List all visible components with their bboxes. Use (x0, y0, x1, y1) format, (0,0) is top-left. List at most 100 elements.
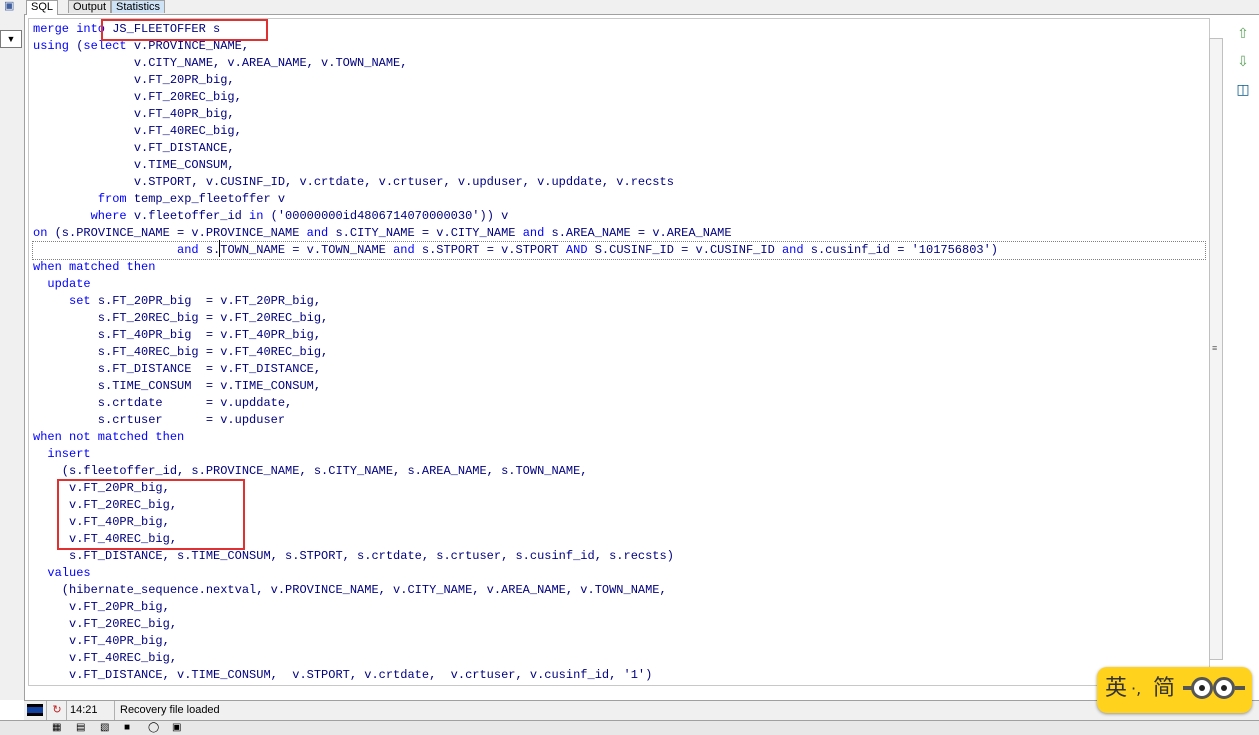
code-line[interactable]: v.FT_40REC_big, (33, 123, 1205, 140)
arrow-down-icon[interactable]: ⇩ (1234, 52, 1252, 70)
left-panel-strip: ▣ ▼ (0, 0, 25, 700)
sql-keyword: and (177, 243, 206, 257)
sql-text: (s.PROVINCE_NAME = v.PROVINCE_NAME (54, 226, 307, 240)
code-line[interactable]: v.FT_40PR_big, (33, 106, 1205, 123)
sql-text: v.FT_DISTANCE, v.TIME_CONSUM, v.STPORT, … (33, 668, 653, 682)
code-line[interactable]: v.FT_20PR_big, (33, 599, 1205, 616)
dropdown-arrow-icon[interactable]: ▼ (0, 30, 22, 48)
code-line[interactable]: v.CITY_NAME, v.AREA_NAME, v.TOWN_NAME, (33, 55, 1205, 72)
refresh-icon[interactable]: ↻ (48, 701, 67, 720)
code-line[interactable]: v.FT_20PR_big, (33, 72, 1205, 89)
tab-sql[interactable]: SQL (26, 0, 59, 15)
code-line[interactable]: s.FT_DISTANCE = v.FT_DISTANCE, (33, 361, 1205, 378)
code-line[interactable]: when matched then (33, 259, 1205, 276)
code-line[interactable]: values (33, 565, 1205, 582)
code-line[interactable]: set s.FT_20PR_big = v.FT_20PR_big, (33, 293, 1205, 310)
toolbar-icon[interactable]: ▤ (76, 721, 85, 735)
sql-text: v.FT_40REC_big, (33, 651, 178, 665)
toolbar-icon[interactable]: ▦ (52, 721, 61, 735)
database-icon[interactable]: ◫ (1234, 80, 1252, 98)
sql-text: s.TIME_CONSUM = v.TIME_CONSUM, (33, 379, 322, 393)
code-line[interactable]: v.TIME_CONSUM, (33, 157, 1205, 174)
code-line[interactable]: and s.TOWN_NAME = v.TOWN_NAME and s.STPO… (32, 241, 1206, 260)
code-line[interactable]: v.STPORT, v.CUSINF_ID, v.crtdate, v.crtu… (33, 174, 1205, 191)
sql-text: (s.fleetoffer_id, s.PROVINCE_NAME, s.CIT… (33, 464, 588, 478)
sql-text: v.FT_40PR_big, (33, 634, 170, 648)
code-line[interactable]: from temp_exp_fleetoffer v (33, 191, 1205, 208)
toolbar-icon[interactable]: ▧ (100, 721, 109, 735)
sql-text: s.FT_20REC_big = v.FT_20REC_big, (33, 311, 329, 325)
code-line[interactable]: s.crtuser = v.upduser (33, 412, 1205, 429)
code-line[interactable]: v.FT_DISTANCE, v.TIME_CONSUM, v.STPORT, … (33, 667, 1205, 684)
ime-punctuation-toggle[interactable]: ·, (1131, 675, 1141, 703)
goggle-strap (1235, 686, 1245, 690)
code-line[interactable]: insert (33, 446, 1205, 463)
sql-text: temp_exp_fleetoffer v (133, 192, 286, 206)
sql-text: s.crtuser = v.upduser (33, 413, 286, 427)
status-bar: ↻ 14:21 Recovery file loaded (24, 700, 1259, 720)
status-time: 14:21 (70, 701, 115, 720)
sql-keyword: using (33, 39, 77, 53)
code-line[interactable]: (s.fleetoffer_id, s.PROVINCE_NAME, s.CIT… (33, 463, 1205, 480)
ime-toolbar[interactable]: 英 ·, 简 (1097, 667, 1252, 713)
code-line[interactable]: on (s.PROVINCE_NAME = v.PROVINCE_NAME an… (33, 225, 1205, 242)
code-line[interactable]: s.FT_40REC_big = v.FT_40REC_big, (33, 344, 1205, 361)
code-line[interactable]: where v.fleetoffer_id in ('00000000id480… (33, 208, 1205, 225)
highlight-box-table-name (101, 19, 268, 41)
sql-text: s.cusinf_id = '101756803') (810, 243, 999, 257)
sql-text: s.FT_20PR_big = v.FT_20PR_big, (97, 294, 322, 308)
sql-keyword: AND (565, 243, 595, 257)
sql-text: s.AREA_NAME = v.AREA_NAME (551, 226, 732, 240)
sql-text: (hibernate_sequence.nextval, v.PROVINCE_… (33, 583, 667, 597)
code-line[interactable]: v.FT_40REC_big, (33, 650, 1205, 667)
sql-text: ('00000000id4806714070000030')) v (270, 209, 509, 223)
sql-text: v.TIME_CONSUM, (33, 158, 235, 172)
sql-text: v.CITY_NAME, v.AREA_NAME, v.TOWN_NAME, (33, 56, 408, 70)
code-line[interactable]: when not matched then (33, 429, 1205, 446)
toolbar-icon[interactable]: ▣ (172, 721, 181, 735)
sql-text: v.fleetoffer_id (133, 209, 250, 223)
code-line[interactable]: v.FT_40PR_big, (33, 633, 1205, 650)
sql-text: s.STPORT = v.STPORT (421, 243, 566, 257)
tab-statistics[interactable]: Statistics (111, 0, 166, 13)
code-line[interactable]: s.crtdate = v.upddate, (33, 395, 1205, 412)
code-line[interactable]: s.FT_DISTANCE, s.TIME_CONSUM, s.STPORT, … (33, 548, 1205, 565)
sql-keyword: when matched then (33, 260, 156, 274)
sql-keyword: select (83, 39, 134, 53)
sql-text: s.FT_DISTANCE, s.TIME_CONSUM, s.STPORT, … (33, 549, 674, 563)
code-line[interactable]: s.FT_40PR_big = v.FT_40PR_big, (33, 327, 1205, 344)
ime-simplified-toggle[interactable]: 简 (1153, 675, 1175, 703)
sql-keyword: values (47, 566, 91, 580)
code-line[interactable]: s.FT_20REC_big = v.FT_20REC_big, (33, 310, 1205, 327)
mascot-right-eye-icon (1213, 677, 1235, 699)
arrow-up-icon[interactable]: ⇧ (1234, 24, 1252, 42)
sql-keyword: from (97, 192, 134, 206)
code-line[interactable]: v.FT_20REC_big, (33, 616, 1205, 633)
code-line[interactable]: v.FT_DISTANCE, (33, 140, 1205, 157)
status-message: Recovery file loaded (120, 704, 220, 716)
code-line[interactable]: update (33, 276, 1205, 293)
sql-text: s.crtdate = v.upddate, (33, 396, 293, 410)
code-line[interactable]: (hibernate_sequence.nextval, v.PROVINCE_… (33, 582, 1205, 599)
sql-keyword: update (47, 277, 91, 291)
window-icon[interactable]: ▣ (4, 0, 18, 12)
sql-editor[interactable]: merge into JS_FLEETOFFER s using (select … (28, 18, 1210, 686)
bottom-toolbar: ▦ ▤ ▧ ■ ◯ ▣ (0, 720, 1259, 735)
sql-keyword: insert (47, 447, 91, 461)
sql-text: s.TOWN_NAME = v.TOWN_NAME (205, 243, 394, 257)
editor-vertical-scrollbar[interactable]: ≡ (1209, 38, 1223, 660)
tab-output[interactable]: Output (68, 0, 112, 13)
sql-code[interactable]: merge into JS_FLEETOFFER s using (select … (32, 21, 1206, 684)
toolbar-icon[interactable]: ■ (124, 721, 130, 735)
sql-text: s.FT_40PR_big = v.FT_40PR_big, (33, 328, 322, 342)
ime-language-toggle[interactable]: 英 (1105, 675, 1127, 703)
toolbar-icon[interactable]: ◯ (148, 721, 159, 735)
code-line[interactable]: v.FT_20REC_big, (33, 89, 1205, 106)
right-toolbar: ⇧ ⇩ ◫ (1228, 18, 1259, 138)
code-line[interactable]: s.TIME_CONSUM = v.TIME_CONSUM, (33, 378, 1205, 395)
sql-keyword: and (393, 243, 422, 257)
